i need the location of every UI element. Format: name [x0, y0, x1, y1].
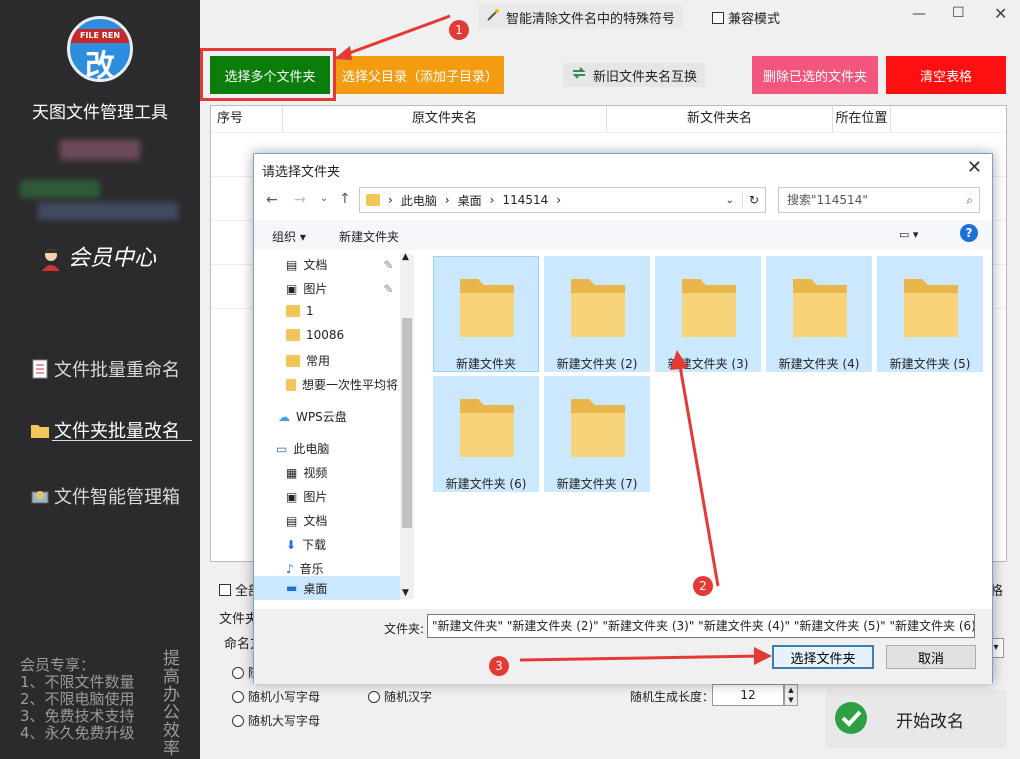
annotation-arrows: [334, 14, 772, 665]
step-badge-3: 3: [489, 656, 509, 676]
arrow-3-head: [754, 647, 772, 665]
arrow-3: [519, 654, 763, 662]
arrow-1-head: [334, 46, 352, 60]
step-badge-2: 2: [693, 576, 713, 596]
arrow-2: [677, 359, 720, 587]
arrow-1: [343, 14, 451, 57]
step-badge-1: 1: [449, 20, 469, 40]
arrow-2-head: [670, 350, 688, 370]
